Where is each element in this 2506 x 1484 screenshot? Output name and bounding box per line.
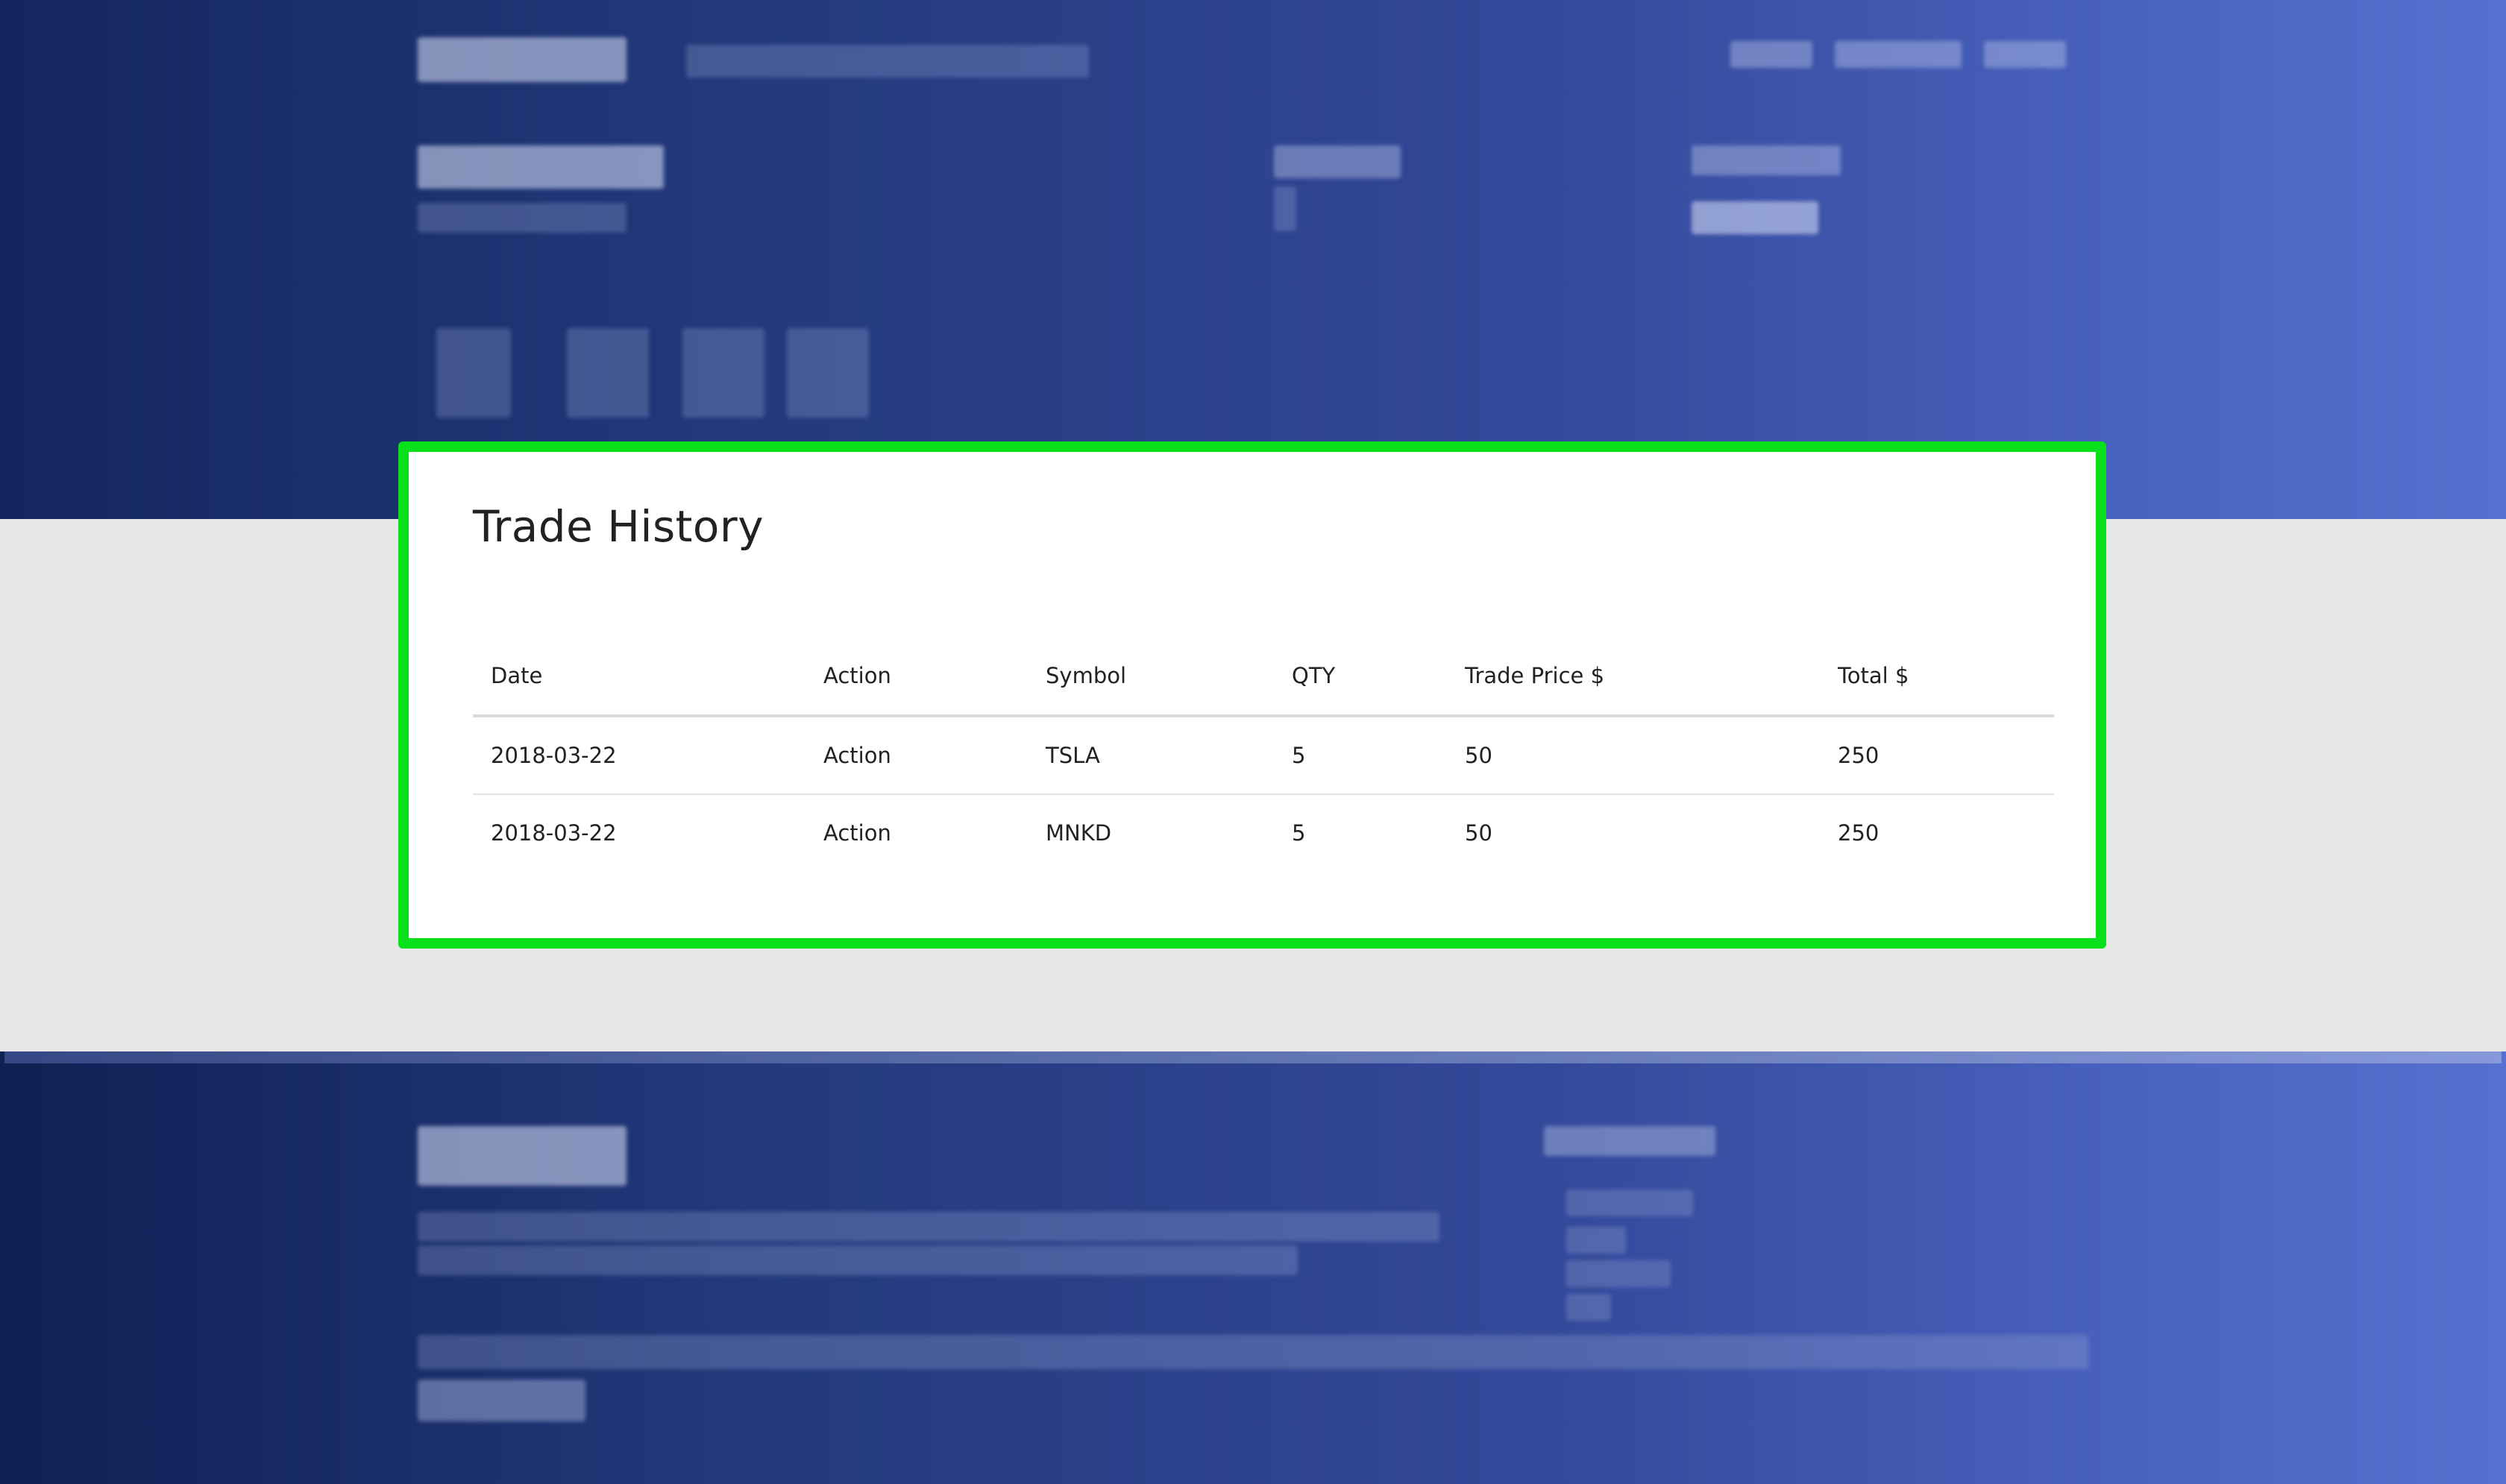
cell-qty: 5 xyxy=(1292,820,1306,846)
blurred-stat-value xyxy=(1692,201,1818,234)
column-header-trade-price: Trade Price $ xyxy=(1447,623,1820,717)
cell-qty: 5 xyxy=(1274,716,1447,795)
blurred-nav-link[interactable] xyxy=(1730,41,1812,68)
table-header-row: Date Action Symbol QTY Trade Price $ Tot… xyxy=(473,623,2054,717)
trade-history-title: Trade History xyxy=(473,501,764,552)
trade-history-table: Date Action Symbol QTY Trade Price $ Tot… xyxy=(473,623,2054,871)
column-header-symbol: Symbol xyxy=(1028,623,1274,717)
blurred-footer-link[interactable] xyxy=(1566,1260,1671,1287)
trade-history-panel: Trade History Date Action Symbol QTY Tra… xyxy=(398,441,2106,949)
column-header-action: Action xyxy=(806,623,1028,717)
cell-total: 250 xyxy=(1820,716,2054,795)
blurred-logo xyxy=(418,37,626,82)
cell-symbol: MNKD xyxy=(1046,820,1112,846)
cell-symbol: TSLA xyxy=(1028,716,1274,795)
cell-action: Action xyxy=(806,716,1028,795)
blurred-account-name xyxy=(418,145,664,189)
blurred-footer-text xyxy=(418,1212,1439,1242)
cell-trade-price: 50 xyxy=(1447,716,1820,795)
blurred-footer-copyright xyxy=(418,1380,585,1421)
blurred-nav-link[interactable] xyxy=(1835,41,1962,68)
cell-date: 2018-03-22 xyxy=(473,716,806,795)
table-row: 2018-03-22 Action MNKD 5 50 250 xyxy=(473,794,2054,871)
blurred-tab[interactable] xyxy=(682,328,764,418)
blurred-footer-text xyxy=(418,1245,1298,1275)
blurred-stat-value xyxy=(1274,186,1296,231)
blurred-tab[interactable] xyxy=(787,328,869,418)
blurred-footer-link[interactable] xyxy=(1566,1227,1626,1254)
blurred-stat-label xyxy=(1274,145,1401,178)
blurred-footer-link[interactable] xyxy=(1566,1189,1693,1216)
cell-action: Action xyxy=(823,820,891,846)
blurred-nav-link[interactable] xyxy=(1984,41,2066,68)
blurred-tab[interactable] xyxy=(436,328,511,418)
footer-divider xyxy=(4,1051,2502,1063)
blurred-account-sub xyxy=(418,203,626,233)
column-header-total: Total $ xyxy=(1820,623,2054,717)
cell-trade-price: 50 xyxy=(1465,820,1492,846)
blurred-footer-heading xyxy=(1544,1126,1715,1156)
blurred-footer-link[interactable] xyxy=(1566,1294,1611,1321)
column-header-date: Date xyxy=(473,623,806,717)
footer-blurred xyxy=(0,1051,2506,1484)
cell-total: 250 xyxy=(1838,820,1880,846)
blurred-footer-heading xyxy=(418,1126,626,1186)
blurred-stat-label xyxy=(1692,145,1841,175)
table-row: 2018-03-22 Action TSLA 5 50 250 xyxy=(473,716,2054,795)
column-header-qty: QTY xyxy=(1274,623,1447,717)
cell-date: 2018-03-22 xyxy=(491,820,617,846)
blurred-footer-bar xyxy=(418,1335,2088,1369)
blurred-nav-text xyxy=(686,45,1089,78)
blurred-tab[interactable] xyxy=(567,328,649,418)
